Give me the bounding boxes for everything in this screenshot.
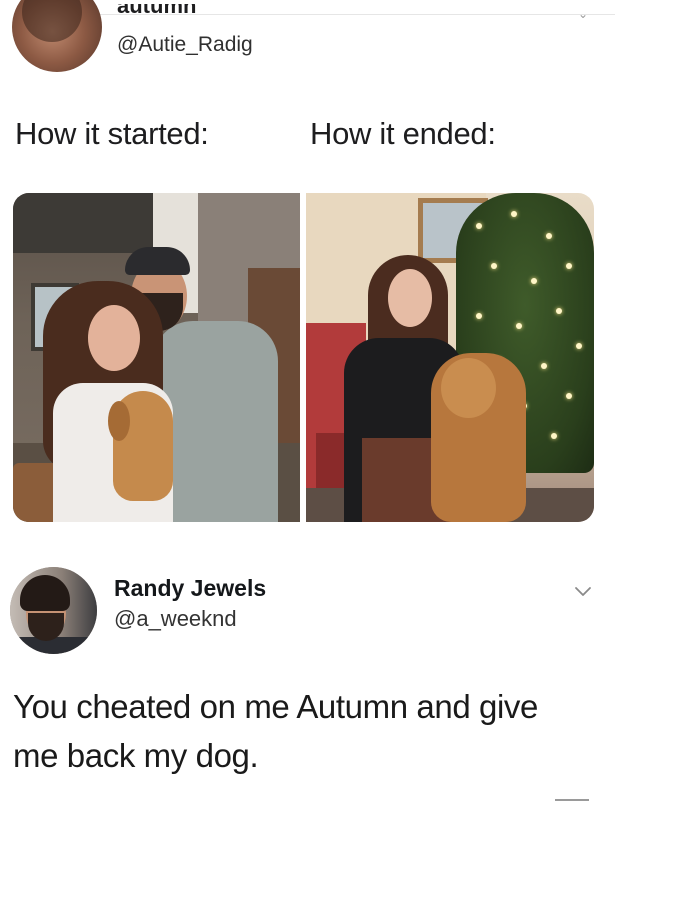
tweet-text-line: You cheated on me Autumn and give <box>13 688 538 725</box>
user-handle[interactable]: @a_weeknd <box>114 606 237 632</box>
man-cap <box>125 247 190 275</box>
photo-grid <box>13 193 594 522</box>
caption-how-it-started: How it started: <box>15 116 209 151</box>
tweet-text-line: me back my dog. <box>13 737 259 774</box>
avatar-shirt <box>10 637 97 654</box>
tree-light <box>566 263 572 269</box>
tree-light <box>491 263 497 269</box>
woman-face <box>88 305 140 371</box>
tweet-reply: Randy Jewels @a_weeknd You cheated on me… <box>0 540 700 915</box>
avatar[interactable] <box>12 0 102 72</box>
avatar-hair <box>22 0 82 42</box>
photo-couple-with-puppy[interactable] <box>13 193 300 522</box>
woman-face <box>388 269 432 327</box>
divider <box>555 799 589 801</box>
avatar[interactable] <box>10 567 97 654</box>
golden-retriever-head <box>441 358 496 418</box>
tree-light <box>566 393 572 399</box>
tree-light <box>511 211 517 217</box>
photo-woman-with-dog[interactable] <box>306 193 594 522</box>
tree-light <box>516 323 522 329</box>
tree-light <box>551 433 557 439</box>
display-name-text: autumn <box>117 4 197 18</box>
tree-light <box>476 313 482 319</box>
display-name[interactable]: autumn <box>117 4 196 18</box>
tweet-autumn: autumn @Autie_Radig ⌄ How it started: Ho… <box>0 0 700 540</box>
tree-light <box>576 343 582 349</box>
user-handle[interactable]: @Autie_Radig <box>117 33 253 57</box>
tree-light <box>546 233 552 239</box>
chevron-down-icon[interactable]: ⌄ <box>578 7 588 21</box>
tree-light <box>541 363 547 369</box>
chevron-down-icon[interactable] <box>572 580 594 602</box>
tree-light <box>476 223 482 229</box>
tree-light <box>531 278 537 284</box>
puppy-ear <box>108 401 130 441</box>
display-name[interactable]: Randy Jewels <box>114 575 266 602</box>
caption-how-it-ended: How it ended: <box>310 116 496 151</box>
tweet-text: You cheated on me Autumn and give me bac… <box>13 682 613 780</box>
tree-light <box>556 308 562 314</box>
